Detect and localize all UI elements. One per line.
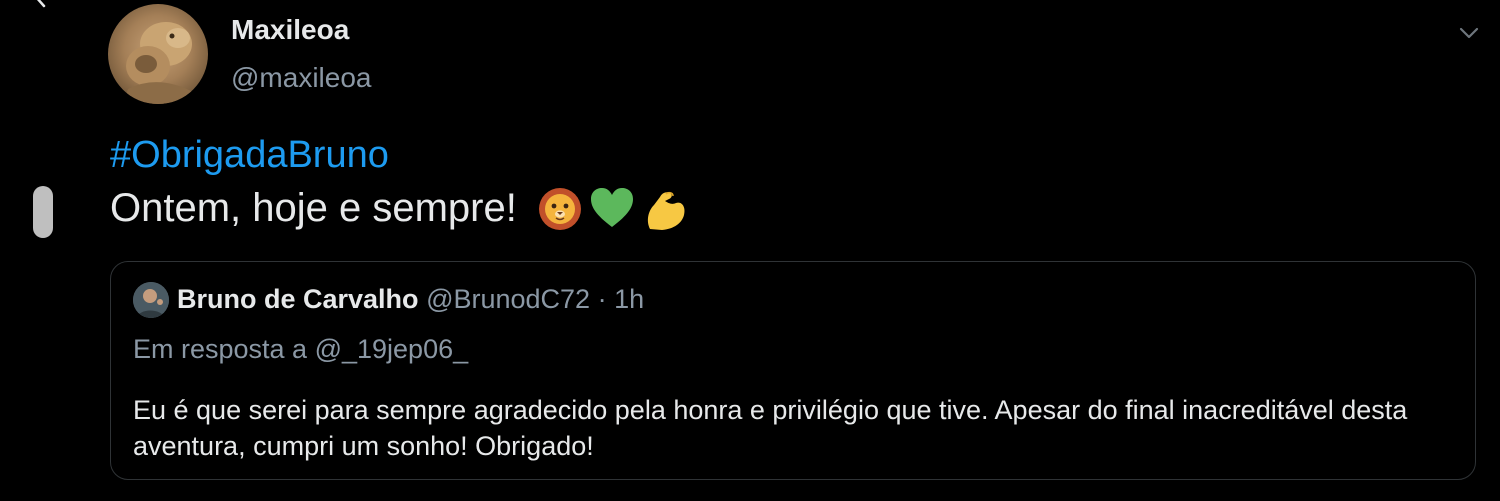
emoji-row (536, 184, 688, 234)
green-heart-emoji (591, 188, 633, 227)
back-arrow-icon[interactable] (30, 0, 52, 8)
author-handle[interactable]: @maxileoa (231, 62, 371, 94)
quoted-tweet-time[interactable]: 1h (614, 284, 644, 314)
replying-to-label: Em resposta a @_19jep06_ (133, 334, 469, 364)
quoted-author-avatar[interactable] (133, 282, 169, 318)
hashtag-link[interactable]: #ObrigadaBruno (110, 134, 389, 177)
separator-dot: · (590, 284, 615, 314)
chevron-down-icon[interactable] (1456, 20, 1482, 46)
quoted-tweet-card[interactable]: Bruno de Carvalho @BrunodC72 · 1h Em res… (110, 261, 1476, 480)
lion-face-emoji (539, 188, 581, 230)
flexed-biceps-emoji (647, 191, 685, 230)
quoted-tweet-text: Eu é que serei para sempre agradecido pe… (133, 395, 1408, 461)
author-display-name[interactable]: Maxileoa (231, 14, 349, 46)
scrollbar-thumb[interactable] (33, 186, 53, 238)
tweet-text: Ontem, hoje e sempre! (110, 186, 517, 230)
quoted-author-name[interactable]: Bruno de Carvalho (177, 284, 419, 314)
quoted-tweet-header: Bruno de Carvalho @BrunodC72 · 1h (177, 284, 644, 315)
quoted-author-handle[interactable]: @BrunodC72 (426, 284, 590, 314)
author-avatar[interactable] (108, 4, 208, 104)
